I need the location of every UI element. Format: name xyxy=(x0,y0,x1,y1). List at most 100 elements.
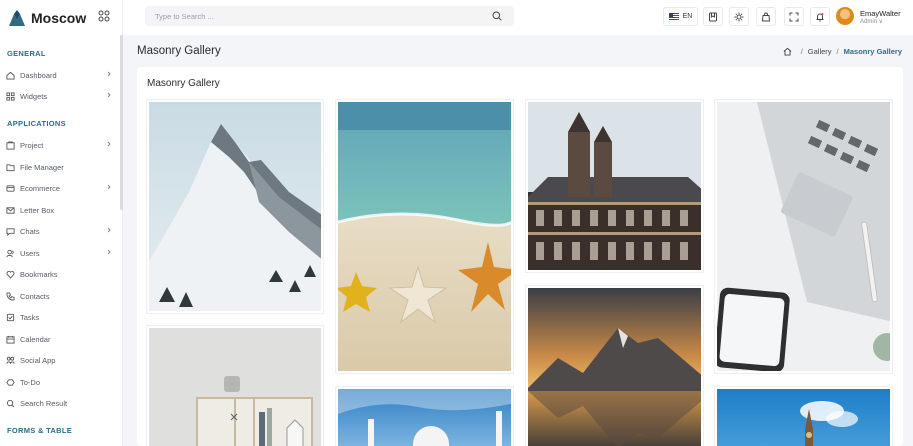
sidebar-scrollbar[interactable] xyxy=(120,35,123,210)
sidebar-item-label: Letter Box xyxy=(20,205,55,215)
theme-toggle-button[interactable] xyxy=(729,7,749,26)
heart-icon xyxy=(6,270,15,279)
gallery-image-laptop-desk[interactable] xyxy=(715,100,892,373)
sidebar-item-label: Calendar xyxy=(20,334,51,344)
user-role-dropdown[interactable]: Admin ∨ xyxy=(860,18,883,25)
gallery-image-white-interior[interactable] xyxy=(147,326,323,446)
sidebar-item-social-app[interactable]: Social App xyxy=(6,353,114,367)
sidebar-item-label: Tasks xyxy=(20,312,40,322)
folder-icon xyxy=(6,163,15,171)
chevron-right-icon xyxy=(107,71,111,77)
chevron-right-icon xyxy=(107,92,111,98)
calendar-icon xyxy=(6,335,15,344)
search-box xyxy=(145,6,514,27)
grid-menu-icon[interactable] xyxy=(98,10,110,22)
project-icon xyxy=(6,140,15,150)
gallery-image-tower[interactable] xyxy=(715,387,892,446)
mountain-lake-sunset-image xyxy=(528,288,701,446)
gallery-image-mosque[interactable] xyxy=(336,387,513,446)
language-selector[interactable]: EN xyxy=(663,7,698,26)
sidebar-item-label: Social App xyxy=(20,355,56,365)
language-label: EN xyxy=(682,13,693,20)
chevron-right-icon xyxy=(107,227,111,233)
sidebar-item-label: Users xyxy=(20,248,40,258)
us-flag-icon xyxy=(668,13,679,20)
bookmark-button[interactable] xyxy=(703,7,723,26)
section-general: GENERAL xyxy=(7,49,46,58)
bell-icon xyxy=(816,12,824,21)
card-title: Masonry Gallery xyxy=(147,78,220,89)
old-building-image xyxy=(528,102,701,270)
chevron-right-icon xyxy=(107,184,111,190)
fullscreen-icon xyxy=(789,12,799,21)
beach-starfish-image xyxy=(338,102,511,371)
chevron-right-icon xyxy=(107,249,111,255)
page-title: Masonry Gallery xyxy=(137,45,221,57)
sidebar-item-file-manager[interactable]: File Manager xyxy=(6,160,114,174)
breadcrumb-separator: / xyxy=(800,47,803,56)
brand-name: Moscow xyxy=(31,9,87,26)
social-icon xyxy=(6,356,15,364)
user-name[interactable]: EmayWalter xyxy=(860,9,901,18)
gallery-image-old-building[interactable] xyxy=(526,100,703,272)
laptop-phone-desk-image xyxy=(717,102,890,371)
sidebar-item-label: Chats xyxy=(20,226,40,236)
sidebar-item-dashboard[interactable]: Dashboard xyxy=(6,68,114,82)
avatar[interactable] xyxy=(836,7,854,25)
tasks-icon xyxy=(6,313,15,321)
cart-icon xyxy=(6,184,15,192)
search-icon[interactable] xyxy=(492,11,502,21)
sidebar-item-project[interactable]: Project xyxy=(6,138,114,152)
phone-icon xyxy=(6,291,15,301)
sidebar-item-label: File Manager xyxy=(20,162,64,172)
gallery-image-beach-starfish[interactable] xyxy=(336,100,513,373)
todo-icon xyxy=(6,378,15,386)
cart-button[interactable] xyxy=(756,7,776,26)
sidebar-item-bookmarks[interactable]: Bookmarks xyxy=(6,267,114,281)
sidebar-item-label: Project xyxy=(20,140,44,150)
sidebar-item-label: Dashboard xyxy=(20,70,57,80)
gallery-image-snowy-mountain[interactable] xyxy=(147,100,323,313)
sidebar-item-label: Widgets xyxy=(20,91,48,101)
sidebar-item-users[interactable]: Users xyxy=(6,246,114,260)
breadcrumb: / Gallery / Masonry Gallery xyxy=(783,47,902,56)
sidebar-item-label: Bookmarks xyxy=(20,269,58,279)
sidebar-item-contacts[interactable]: Contacts xyxy=(6,289,114,303)
sidebar: Moscow GENERAL Dashboard Widgets APPLICA… xyxy=(0,0,123,446)
shopping-bag-icon xyxy=(761,12,771,21)
sidebar-item-label: Ecommerce xyxy=(20,183,61,193)
sun-icon xyxy=(734,12,744,21)
sidebar-item-search-result[interactable]: Search Result xyxy=(6,396,114,410)
logo-icon xyxy=(9,9,25,26)
breadcrumb-current: Masonry Gallery xyxy=(843,47,902,56)
sidebar-item-widgets[interactable]: Widgets xyxy=(6,89,114,103)
sidebar-item-tasks[interactable]: Tasks xyxy=(6,310,114,324)
search-icon xyxy=(6,399,15,407)
notifications-button[interactable] xyxy=(810,7,830,26)
mail-icon xyxy=(6,206,15,214)
sidebar-item-letter-box[interactable]: Letter Box xyxy=(6,203,114,217)
sidebar-item-calendar[interactable]: Calendar xyxy=(6,332,114,346)
breadcrumb-separator: / xyxy=(836,47,839,56)
sidebar-item-ecommerce[interactable]: Ecommerce xyxy=(6,181,114,195)
chat-icon xyxy=(6,227,15,236)
gallery-image-mountain-lake[interactable] xyxy=(526,286,703,446)
sidebar-item-label: Contacts xyxy=(20,291,50,301)
top-header: EN EmayWalter Admin ∨ xyxy=(123,0,913,35)
section-applications: APPLICATIONS xyxy=(7,119,66,128)
search-input[interactable] xyxy=(145,6,475,27)
widgets-icon xyxy=(6,91,15,101)
users-icon xyxy=(6,249,14,257)
section-forms-table: FORMS & TABLE xyxy=(7,426,73,435)
home-icon xyxy=(6,71,15,80)
sidebar-item-label: To-Do xyxy=(20,377,41,387)
gallery-card: Masonry Gallery xyxy=(137,67,903,446)
home-icon[interactable] xyxy=(783,47,792,56)
sidebar-item-label: Search Result xyxy=(20,398,68,408)
white-interior-shelf-image xyxy=(149,328,321,446)
breadcrumb-link-gallery[interactable]: Gallery xyxy=(808,47,832,56)
fullscreen-button[interactable] xyxy=(784,7,804,26)
sidebar-item-chats[interactable]: Chats xyxy=(6,224,114,238)
bookmark-icon xyxy=(709,12,717,21)
sidebar-item-to-do[interactable]: To-Do xyxy=(6,375,114,389)
